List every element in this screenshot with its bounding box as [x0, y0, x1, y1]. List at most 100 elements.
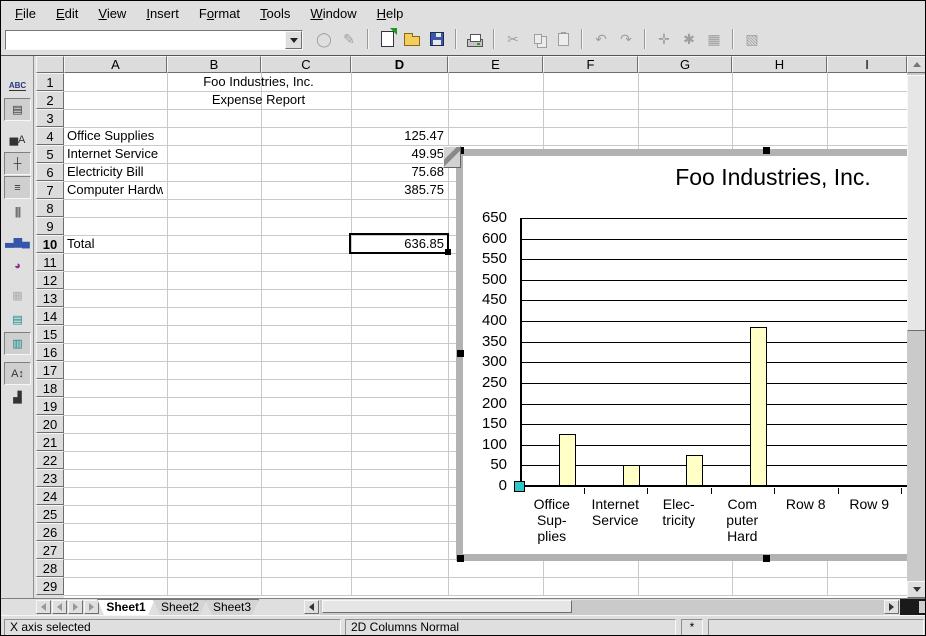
scale-text-icon[interactable]: A↕	[4, 362, 31, 385]
cell-D6[interactable]: 75.68	[354, 164, 444, 180]
scroll-down-button[interactable]	[907, 581, 926, 598]
url-combobox[interactable]	[5, 30, 303, 50]
object-handle[interactable]	[457, 555, 464, 562]
hscroll-right-button[interactable]	[884, 600, 899, 614]
row-header-27[interactable]: 27	[36, 541, 64, 559]
data-in-rows-icon[interactable]: ▤	[4, 308, 31, 331]
vertical-grid-icon[interactable]: |||	[4, 200, 31, 223]
cell-A6[interactable]: Electricity Bill	[67, 164, 163, 180]
y-axis-label-50[interactable]: 50	[463, 456, 507, 474]
y-axis-label-400[interactable]: 400	[463, 312, 507, 330]
titles-on-off-icon[interactable]: ABC	[4, 74, 31, 97]
bar-office-supplies[interactable]	[559, 434, 576, 486]
y-axis-label-500[interactable]: 500	[463, 271, 507, 289]
chart-title[interactable]: Foo Industries, Inc.	[563, 164, 926, 191]
bar-computer-hardware[interactable]	[750, 327, 767, 486]
cell-A10[interactable]: Total	[67, 236, 163, 252]
url-input[interactable]	[6, 31, 285, 49]
x-axis-label-2[interactable]: Internet Service	[583, 496, 647, 528]
column-header-H[interactable]: H	[732, 56, 827, 73]
row-header-11[interactable]: 11	[36, 253, 64, 271]
row-header-21[interactable]: 21	[36, 433, 64, 451]
vertical-scrollbar[interactable]	[907, 56, 926, 598]
column-header-B[interactable]: B	[167, 56, 261, 73]
next-sheet-button[interactable]	[68, 600, 83, 614]
cell-D7[interactable]: 385.75	[354, 182, 444, 198]
column-header-I[interactable]: I	[827, 56, 907, 73]
sheet-tab-sheet1[interactable]: Sheet1	[97, 599, 155, 615]
y-axis-label-0[interactable]: 0	[463, 477, 507, 495]
y-axis-label-100[interactable]: 100	[463, 436, 507, 454]
chart-type-icon[interactable]: ▃▆▄	[4, 230, 31, 253]
cell-D5[interactable]: 49.95	[354, 146, 444, 162]
row-header-25[interactable]: 25	[36, 505, 64, 523]
bar-electricity[interactable]	[686, 455, 703, 486]
sheet-tab-sheet3[interactable]: Sheet3	[205, 599, 259, 615]
first-sheet-button[interactable]	[36, 600, 51, 614]
y-axis-label-300[interactable]: 300	[463, 353, 507, 371]
row-header-7[interactable]: 7	[36, 181, 64, 199]
y-axis-label-450[interactable]: 450	[463, 291, 507, 309]
menu-format[interactable]: Format	[189, 4, 250, 23]
select-all-corner[interactable]	[36, 56, 64, 73]
y-axis-label-600[interactable]: 600	[463, 230, 507, 248]
x-axis-label-6[interactable]: Row 9	[837, 496, 901, 512]
scroll-up-button[interactable]	[907, 56, 926, 73]
object-handle[interactable]	[457, 350, 464, 357]
cell-B1:C1[interactable]: Foo Industries, Inc.	[170, 74, 347, 90]
row-header-10[interactable]: 10	[36, 235, 64, 253]
y-axis-label-550[interactable]: 550	[463, 250, 507, 268]
combo-dropdown-button[interactable]	[285, 31, 302, 49]
column-header-G[interactable]: G	[638, 56, 732, 73]
column-header-D[interactable]: D	[351, 56, 448, 73]
y-axis-label-350[interactable]: 350	[463, 333, 507, 351]
object-handle[interactable]	[763, 147, 770, 154]
y-axis-label-150[interactable]: 150	[463, 415, 507, 433]
hscroll-left-button[interactable]	[304, 600, 319, 614]
axis-selection-handle[interactable]	[514, 481, 525, 492]
row-header-16[interactable]: 16	[36, 343, 64, 361]
fill-handle[interactable]	[445, 249, 451, 255]
y-axis-label-250[interactable]: 250	[463, 374, 507, 392]
bar-internet-service[interactable]	[623, 465, 640, 486]
legend-on-off-icon[interactable]: ▤	[4, 98, 31, 121]
axes-title-icon[interactable]: ▅A	[4, 128, 31, 151]
data-in-columns-icon[interactable]: ▥	[4, 332, 31, 355]
chart-object[interactable]: Foo Industries, Inc. 0 50 100 150 200 250 300 3…	[456, 149, 926, 561]
x-axis-label-5[interactable]: Row 8	[774, 496, 838, 512]
menu-edit[interactable]: Edit	[46, 4, 88, 23]
autoformat-chart-icon[interactable]: ◕	[4, 254, 31, 277]
column-header-C[interactable]: C	[261, 56, 351, 73]
menu-window[interactable]: Window	[300, 4, 366, 23]
axes-on-off-icon[interactable]: ┼	[4, 152, 31, 175]
row-header-13[interactable]: 13	[36, 289, 64, 307]
print-icon[interactable]	[464, 28, 486, 50]
cell-A7[interactable]: Computer Hardware	[67, 182, 163, 198]
row-header-9[interactable]: 9	[36, 217, 64, 235]
row-header-15[interactable]: 15	[36, 325, 64, 343]
menu-insert[interactable]: Insert	[136, 4, 189, 23]
cell-D4[interactable]: 125.47	[354, 128, 444, 144]
y-axis-label-200[interactable]: 200	[463, 395, 507, 413]
row-header-8[interactable]: 8	[36, 199, 64, 217]
menu-help[interactable]: Help	[367, 4, 414, 23]
cell-A4[interactable]: Office Supplies	[67, 128, 163, 144]
horizontal-grid-icon[interactable]: ≡	[4, 176, 31, 199]
save-icon[interactable]	[426, 28, 448, 50]
horizontal-scrollbar[interactable]	[320, 600, 884, 615]
new-document-icon[interactable]	[376, 28, 398, 50]
sheet-tab-sheet2[interactable]: Sheet2	[153, 599, 207, 615]
row-header-29[interactable]: 29	[36, 577, 64, 595]
row-header-2[interactable]: 2	[36, 91, 64, 109]
x-axis-label-4[interactable]: Com puter Hard	[710, 496, 774, 544]
row-header-17[interactable]: 17	[36, 361, 64, 379]
cell-cursor[interactable]	[349, 233, 449, 254]
object-handle[interactable]	[763, 555, 770, 562]
menu-view[interactable]: View	[88, 4, 136, 23]
row-header-4[interactable]: 4	[36, 127, 64, 145]
horizontal-scroll-thumb[interactable]	[322, 600, 572, 613]
row-header-24[interactable]: 24	[36, 487, 64, 505]
row-header-5[interactable]: 5	[36, 145, 64, 163]
row-header-26[interactable]: 26	[36, 523, 64, 541]
cell-B2:C2[interactable]: Expense Report	[170, 92, 347, 108]
